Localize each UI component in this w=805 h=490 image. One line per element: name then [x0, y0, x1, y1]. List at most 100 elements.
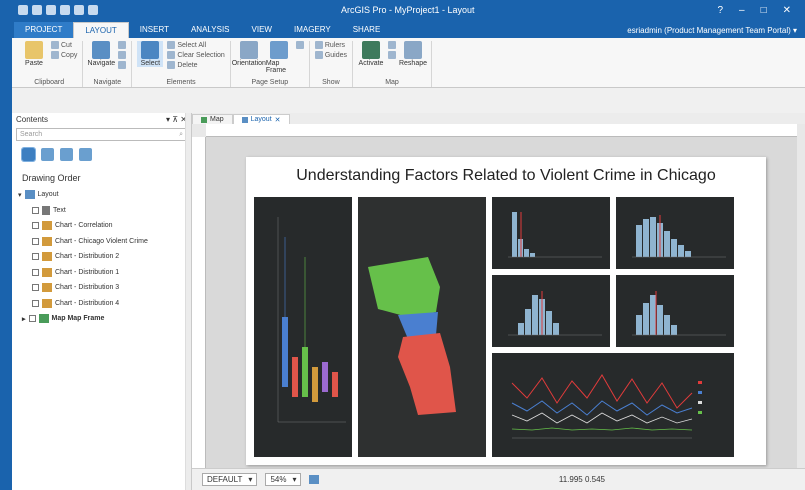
maximize-button[interactable]: □ — [761, 5, 767, 16]
delete-button[interactable]: Delete — [167, 61, 224, 69]
zoom-dropdown[interactable]: 54% ▾ — [265, 473, 302, 486]
activate-button[interactable]: Activate — [358, 41, 384, 67]
chart-distribution-3[interactable] — [492, 275, 610, 347]
group-navigate: Navigate Navigate — [83, 41, 133, 87]
tree-item[interactable]: Chart - Correlation — [12, 218, 191, 234]
fit-page-icon[interactable] — [309, 475, 320, 484]
zoom-in-button[interactable] — [118, 41, 127, 49]
guides-checkbox[interactable]: Guides — [314, 51, 347, 59]
full-extent-button[interactable] — [118, 61, 127, 69]
data-source-view-icon[interactable] — [60, 148, 73, 161]
redo-icon[interactable] — [74, 5, 84, 15]
delete-icon — [167, 61, 176, 69]
visibility-checkbox[interactable] — [32, 299, 39, 307]
customize-icon[interactable] — [88, 5, 98, 15]
chart-distribution-4[interactable] — [616, 275, 734, 347]
ribbon-tabs: PROJECT LAYOUT INSERT ANALYSIS VIEW IMAG… — [12, 20, 805, 38]
new-project-icon[interactable] — [18, 5, 28, 15]
chart-distribution-2[interactable] — [616, 197, 734, 269]
expand-icon[interactable]: ▸ — [22, 315, 26, 323]
tree-item[interactable]: Chart - Distribution 4 — [12, 296, 191, 312]
selection-view-icon[interactable] — [41, 148, 54, 161]
group-elements: Select Select All Clear Selection Delete… — [132, 41, 231, 87]
cut-button[interactable]: Cut — [51, 41, 77, 49]
view-tab-map[interactable]: Map — [192, 114, 233, 124]
group-show: Rulers Guides Show — [310, 41, 353, 87]
save-icon[interactable] — [46, 5, 56, 15]
tree-item[interactable]: Chart - Chicago Violent Crime — [12, 234, 191, 250]
tree-item-layout[interactable]: ▾ Layout — [12, 187, 191, 203]
navigate-button[interactable]: Navigate — [88, 41, 115, 67]
visibility-checkbox[interactable] — [32, 253, 39, 261]
close-button[interactable]: ✕ — [783, 5, 791, 16]
visibility-checkbox[interactable] — [28, 315, 36, 323]
tab-share[interactable]: SHARE — [342, 22, 392, 38]
close-tab-icon[interactable]: ✕ — [275, 116, 281, 124]
layout-tree: ▾ Layout Text Chart - Correlation Chart -… — [12, 187, 191, 327]
minimize-button[interactable]: – — [739, 5, 745, 16]
app-window: ArcGIS Pro - MyProject1 - Layout ? – □ ✕… — [12, 0, 805, 490]
tab-view[interactable]: VIEW — [241, 22, 283, 38]
chart-distribution-1[interactable] — [492, 197, 610, 269]
chart-icon — [42, 252, 52, 262]
help-button[interactable]: ? — [717, 5, 723, 16]
visibility-checkbox[interactable] — [32, 222, 39, 230]
rulers-checkbox[interactable]: Rulers — [314, 41, 347, 49]
scale-dropdown[interactable]: DEFAULT ▾ — [202, 473, 258, 486]
text-element-icon — [42, 205, 50, 215]
bookmark-button[interactable] — [388, 41, 396, 49]
margins-button[interactable] — [295, 41, 304, 49]
tab-imagery[interactable]: IMAGERY — [283, 22, 342, 38]
select-button[interactable]: Select — [137, 41, 164, 67]
tree-item[interactable]: Chart - Distribution 2 — [12, 249, 191, 265]
layout-page[interactable]: Understanding Factors Related to Violent… — [246, 157, 766, 465]
open-project-icon[interactable] — [32, 5, 42, 15]
undo-icon[interactable] — [60, 5, 70, 15]
copy-button[interactable]: Copy — [51, 51, 77, 59]
visibility-checkbox[interactable] — [32, 237, 39, 245]
drawing-order-view-icon[interactable] — [21, 147, 36, 162]
previous-extent-icon — [388, 51, 396, 59]
tree-item[interactable]: Text — [12, 203, 191, 219]
contents-search-input[interactable]: Search ⌕ — [16, 128, 187, 141]
tree-item-map-frame[interactable]: ▸ Map Map Frame — [12, 311, 191, 327]
group-page-setup: Orientation Map Frame Page Setup — [231, 41, 310, 87]
size-button[interactable]: Map Frame — [266, 41, 292, 74]
histogram-graphic — [508, 291, 602, 336]
tab-project[interactable]: PROJECT — [14, 22, 74, 38]
layout-title-text[interactable]: Understanding Factors Related to Violent… — [246, 167, 766, 185]
group-label-map: Map — [385, 79, 399, 86]
contents-scrollbar[interactable] — [185, 113, 191, 490]
pane-controls[interactable]: ▾ ⊼ ✕ — [166, 115, 187, 124]
tab-analysis[interactable]: ANALYSIS — [180, 22, 241, 38]
navigate-icon — [92, 41, 111, 59]
layout-canvas[interactable]: Understanding Factors Related to Violent… — [206, 137, 797, 468]
reshape-button[interactable]: Reshape — [399, 41, 427, 67]
expand-icon[interactable]: ▾ — [18, 191, 22, 199]
tab-insert[interactable]: INSERT — [129, 22, 180, 38]
visibility-checkbox[interactable] — [32, 284, 39, 292]
zoom-out-button[interactable] — [118, 51, 127, 59]
previous-extent-button[interactable] — [388, 51, 396, 59]
search-icon: ⌕ — [179, 130, 183, 138]
main-area: Contents ▾ ⊼ ✕ Search ⌕ Drawing Order ▾ L… — [12, 113, 805, 490]
clear-selection-button[interactable]: Clear Selection — [167, 51, 225, 59]
select-all-button[interactable]: Select All — [167, 41, 224, 49]
tree-item[interactable]: Chart - Distribution 3 — [12, 280, 191, 296]
guides-icon — [314, 51, 323, 59]
chart-correlation[interactable] — [254, 197, 352, 457]
view-tab-layout[interactable]: Layout ✕ — [232, 114, 290, 124]
chart-chicago-violent-crime[interactable] — [492, 353, 734, 457]
paste-button[interactable]: Paste — [21, 41, 47, 67]
signed-in-user[interactable]: esriadmin (Product Management Team Porta… — [619, 23, 805, 38]
histogram-graphic — [632, 291, 726, 336]
snapping-view-icon[interactable] — [79, 148, 92, 161]
tab-layout[interactable]: LAYOUT — [73, 22, 129, 38]
tree-item[interactable]: Chart - Distribution 1 — [12, 265, 191, 281]
visibility-checkbox[interactable] — [32, 268, 39, 276]
full-extent-icon — [118, 61, 127, 69]
map-frame[interactable] — [358, 197, 486, 457]
map-icon — [201, 116, 207, 123]
orientation-button[interactable]: Orientation — [232, 41, 266, 67]
visibility-checkbox[interactable] — [32, 206, 39, 214]
